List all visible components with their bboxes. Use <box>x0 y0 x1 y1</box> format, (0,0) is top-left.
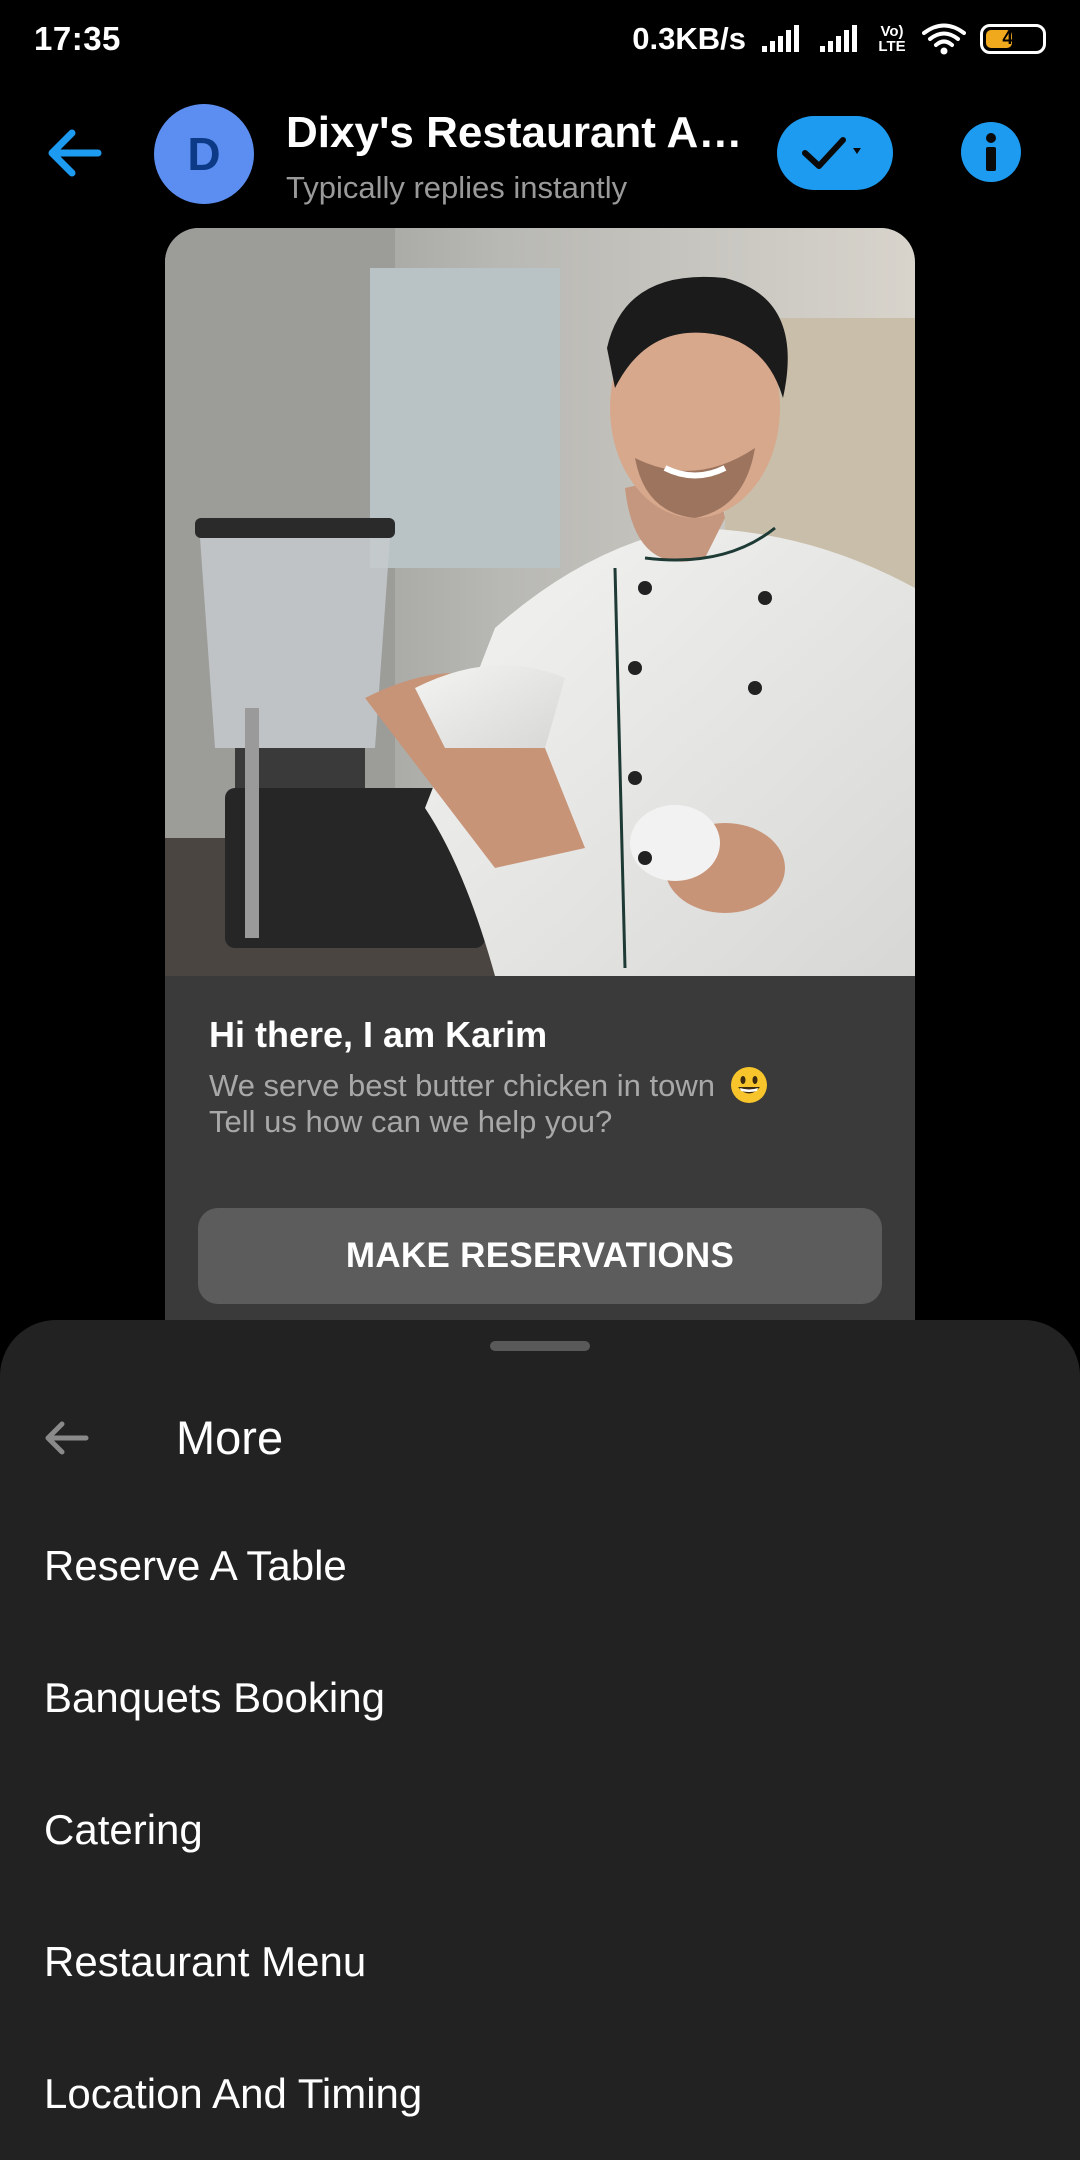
menu-item-location-and-timing[interactable]: Location And Timing <box>44 2070 422 2118</box>
status-bar: 17:35 0.3KB/s Vo) LTE 49 <box>0 0 1080 78</box>
checkmark-dropdown-icon <box>802 137 861 169</box>
network-speed: 0.3KB/s <box>632 21 746 56</box>
volte-icon: Vo) LTE <box>878 23 906 55</box>
avatar[interactable]: D <box>154 104 254 204</box>
menu-item-catering[interactable]: Catering <box>44 1806 203 1854</box>
page-title: Dixy's Restaurant And... <box>286 108 756 157</box>
chat-header: D Dixy's Restaurant And... Typically rep… <box>0 78 1080 228</box>
battery-icon: 49 <box>980 24 1046 54</box>
screen: 17:35 0.3KB/s Vo) LTE 49 D Dixy's Restau… <box>0 0 1080 2160</box>
signal-icon-2 <box>820 25 857 52</box>
sheet-drag-handle[interactable] <box>490 1341 590 1351</box>
message-card: Hi there, I am Karim We serve best butte… <box>165 228 915 1328</box>
header-titles[interactable]: Dixy's Restaurant And... Typically repli… <box>286 108 756 206</box>
checkmark-dropdown-button[interactable] <box>777 116 893 190</box>
card-text-line-2: Tell us how can we help you? <box>209 1104 613 1139</box>
back-arrow-icon[interactable] <box>40 118 110 188</box>
card-body: Hi there, I am Karim We serve best butte… <box>165 976 915 1328</box>
chef-photo <box>165 228 915 976</box>
wifi-icon <box>922 23 966 55</box>
menu-item-reserve-a-table[interactable]: Reserve A Table <box>44 1542 347 1590</box>
info-icon[interactable] <box>960 121 1022 183</box>
status-icons: 0.3KB/s Vo) LTE 49 <box>632 18 1046 60</box>
status-time: 17:35 <box>34 20 121 57</box>
page-subtitle: Typically replies instantly <box>286 170 628 205</box>
signal-icon <box>762 25 799 52</box>
sheet-title: More <box>176 1411 284 1464</box>
grinning-face-icon <box>730 1067 767 1103</box>
make-reservations-button[interactable]: MAKE RESERVATIONS <box>198 1208 882 1304</box>
battery-level: 49 <box>1002 28 1024 49</box>
card-text-1: We serve best butter chicken in town <box>209 1068 716 1103</box>
menu-item-banquets-booking[interactable]: Banquets Booking <box>44 1674 385 1722</box>
card-text-line-1: We serve best butter chicken in town <box>209 1066 768 1104</box>
card-title: Hi there, I am Karim <box>209 1014 548 1055</box>
more-bottom-sheet: More Reserve A Table Banquets Booking Ca… <box>0 1320 1080 2160</box>
sheet-back-arrow-icon[interactable] <box>38 1410 94 1466</box>
menu-item-restaurant-menu[interactable]: Restaurant Menu <box>44 1938 366 1986</box>
